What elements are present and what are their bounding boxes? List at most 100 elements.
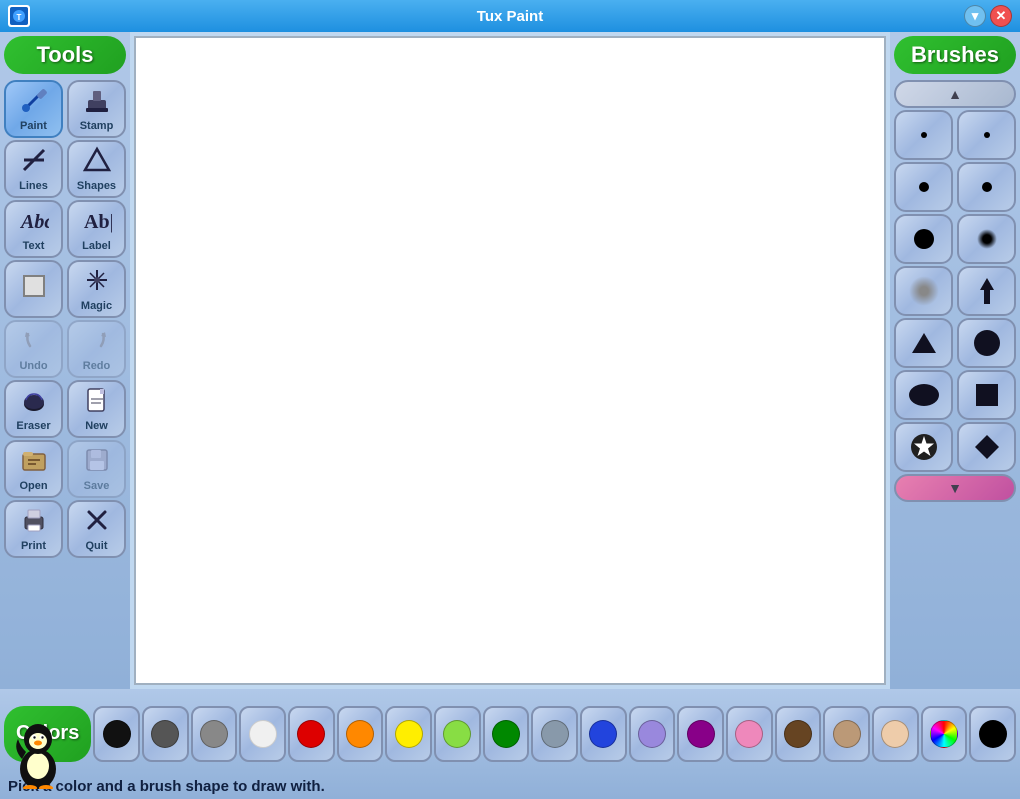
brush-triangle-icon xyxy=(909,329,939,357)
brush-tiny-right[interactable] xyxy=(957,110,1016,160)
brush-med-left[interactable] xyxy=(894,214,953,264)
color-black[interactable] xyxy=(93,706,140,762)
tool-text[interactable]: Abc Text xyxy=(4,200,63,258)
color-black2[interactable] xyxy=(969,706,1016,762)
brush-small-left[interactable] xyxy=(894,162,953,212)
color-yellow[interactable] xyxy=(385,706,432,762)
color-black2-circle xyxy=(979,720,1007,748)
tool-redo: Redo xyxy=(67,320,126,378)
brush-square[interactable] xyxy=(957,370,1016,420)
paint-icon xyxy=(20,86,48,118)
new-icon xyxy=(83,386,111,418)
label-label: Label xyxy=(82,240,111,252)
color-purple-circle xyxy=(687,720,715,748)
titlebar-left: T xyxy=(8,5,30,27)
brush-row-5 xyxy=(894,318,1016,368)
main-area: Tools Paint xyxy=(0,32,1020,689)
tool-magic[interactable]: Magic xyxy=(67,260,126,318)
tool-row-8: Print Quit xyxy=(4,500,126,558)
brush-scroll-down[interactable]: ▼ xyxy=(894,474,1016,502)
color-white[interactable] xyxy=(239,706,286,762)
color-brown-circle xyxy=(784,720,812,748)
color-purple[interactable] xyxy=(677,706,724,762)
tool-shapes[interactable]: Shapes xyxy=(67,140,126,198)
brush-scroll-up[interactable]: ▲ xyxy=(894,80,1016,108)
eraser-label: Eraser xyxy=(16,420,50,432)
tool-paint[interactable]: Paint xyxy=(4,80,63,138)
brushes-header: Brushes xyxy=(894,36,1016,74)
color-green[interactable] xyxy=(483,706,530,762)
brush-row-2 xyxy=(894,162,1016,212)
brush-diamond-icon xyxy=(973,433,1001,461)
brush-row-1 xyxy=(894,110,1016,160)
paint-label: Paint xyxy=(20,120,47,132)
color-pink-circle xyxy=(735,720,763,748)
tool-save: Save xyxy=(67,440,126,498)
brush-row-6 xyxy=(894,370,1016,420)
color-blue-circle xyxy=(589,720,617,748)
text-label: Text xyxy=(23,240,45,252)
brush-triangle[interactable] xyxy=(894,318,953,368)
color-orange[interactable] xyxy=(337,706,384,762)
brush-shape-softer xyxy=(909,276,939,306)
color-red[interactable] xyxy=(288,706,335,762)
tools-header: Tools xyxy=(4,36,126,74)
brush-arrow-right[interactable] xyxy=(957,266,1016,316)
color-light-green[interactable] xyxy=(434,706,481,762)
brush-arrow-icon xyxy=(976,276,998,306)
tool-quit[interactable]: Quit xyxy=(67,500,126,558)
color-blue[interactable] xyxy=(580,706,627,762)
brush-small-right[interactable] xyxy=(957,162,1016,212)
stamp-icon xyxy=(83,86,111,118)
brush-circle-large[interactable] xyxy=(957,318,1016,368)
tool-label[interactable]: Ab| Label xyxy=(67,200,126,258)
tool-row-5: Undo Redo xyxy=(4,320,126,378)
text-icon: Abc xyxy=(19,206,49,238)
print-icon xyxy=(20,506,48,538)
brush-soft-left[interactable] xyxy=(894,266,953,316)
color-dark-gray[interactable] xyxy=(142,706,189,762)
color-gray[interactable] xyxy=(191,706,238,762)
open-label: Open xyxy=(19,480,47,492)
brush-row-3 xyxy=(894,214,1016,264)
tool-row-2: Lines Shapes xyxy=(4,140,126,198)
brush-shape-tiny2 xyxy=(984,132,990,138)
color-peach[interactable] xyxy=(872,706,919,762)
tool-lines[interactable]: Lines xyxy=(4,140,63,198)
color-purple-light[interactable] xyxy=(629,706,676,762)
tool-open[interactable]: Open xyxy=(4,440,63,498)
quit-label: Quit xyxy=(86,540,108,552)
close-button[interactable]: ✕ xyxy=(990,5,1012,27)
color-tan[interactable] xyxy=(823,706,870,762)
minimize-button[interactable]: ▾ xyxy=(964,5,986,27)
brush-circle-large-shape xyxy=(974,330,1000,356)
color-peach-circle xyxy=(881,720,909,748)
color-brown[interactable] xyxy=(775,706,822,762)
brush-med-soft-right[interactable] xyxy=(957,214,1016,264)
brush-shape-soft xyxy=(977,229,997,249)
tool-row-1: Paint Stamp xyxy=(4,80,126,138)
color-pink[interactable] xyxy=(726,706,773,762)
shapes-icon xyxy=(83,146,111,178)
color-purple-light-circle xyxy=(638,720,666,748)
color-blue-gray[interactable] xyxy=(531,706,578,762)
brush-oval[interactable] xyxy=(894,370,953,420)
color-rainbow[interactable] xyxy=(921,706,968,762)
tool-print[interactable]: Print xyxy=(4,500,63,558)
tux-mascot xyxy=(8,719,78,789)
undo-label: Undo xyxy=(19,360,47,372)
brush-star-icon xyxy=(909,432,939,462)
shapes-label: Shapes xyxy=(77,180,116,192)
tool-new[interactable]: New xyxy=(67,380,126,438)
brush-tiny-left[interactable] xyxy=(894,110,953,160)
brush-star[interactable] xyxy=(894,422,953,472)
tool-fill[interactable] xyxy=(4,260,63,318)
brush-square-shape xyxy=(976,384,998,406)
brush-diamond[interactable] xyxy=(957,422,1016,472)
titlebar-buttons: ▾ ✕ xyxy=(964,5,1012,27)
tool-eraser[interactable]: Eraser xyxy=(4,380,63,438)
tool-stamp[interactable]: Stamp xyxy=(67,80,126,138)
brush-shape-small xyxy=(919,182,929,192)
undo-icon xyxy=(20,326,48,358)
canvas-area[interactable] xyxy=(134,36,886,685)
